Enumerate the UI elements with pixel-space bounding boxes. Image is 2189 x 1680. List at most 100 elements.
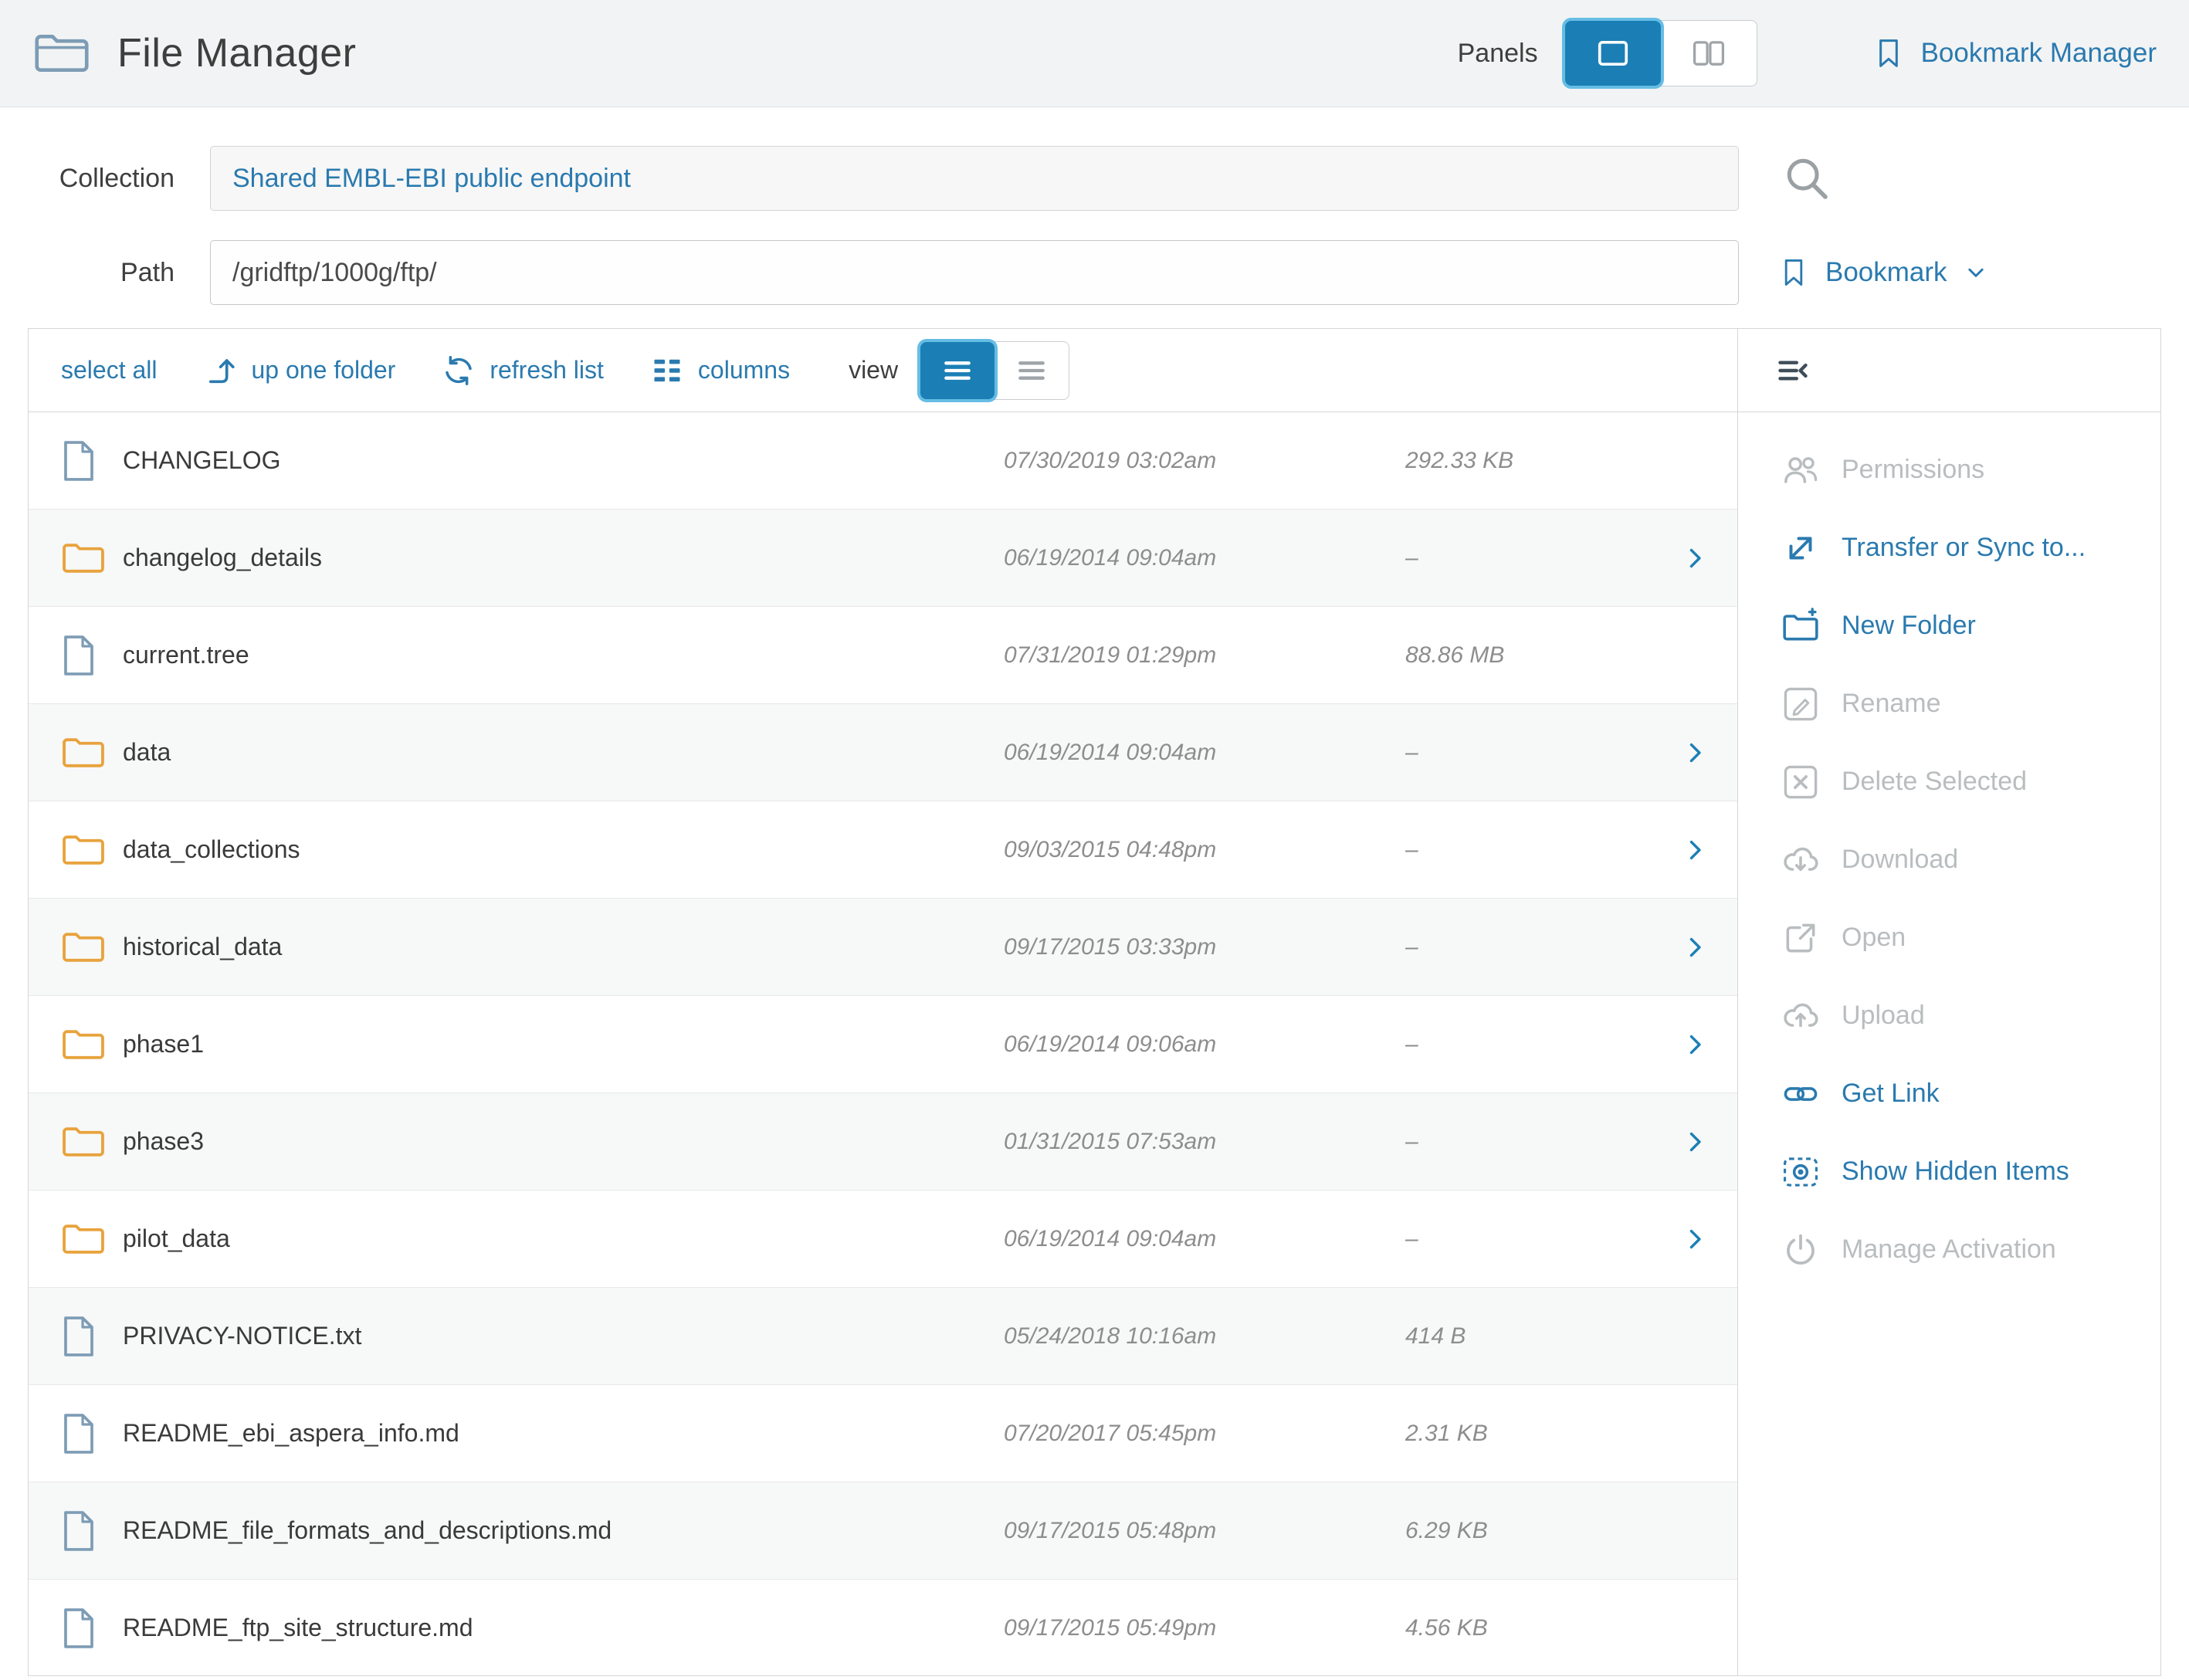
bookmark-button[interactable]: Bookmark [1779,252,1987,293]
people-icon [1781,451,1820,489]
open-folder-chevron[interactable] [1652,1031,1737,1058]
open-folder-chevron[interactable] [1652,837,1737,863]
sidebar-action-transfer-or-sync-to[interactable]: Transfer or Sync to... [1738,509,2160,587]
list-toolbar: select all up one folder refresh list co… [29,329,1737,412]
up-one-folder-button[interactable]: up one folder [204,354,396,388]
up-arrow-icon [204,354,238,388]
file-icon [29,634,109,677]
eye-icon [1781,1153,1820,1191]
action-label: New Folder [1842,611,1976,641]
folder-icon [29,1123,109,1160]
open-folder-chevron[interactable] [1652,1129,1737,1155]
sidebar-action-show-hidden-items[interactable]: Show Hidden Items [1738,1133,2160,1211]
sidebar-action-new-folder[interactable]: New Folder [1738,587,2160,665]
file-row[interactable]: PRIVACY-NOTICE.txt 05/24/2018 10:16am 41… [29,1288,1737,1385]
file-name: README_file_formats_and_descriptions.md [109,1516,1004,1545]
power-icon [1781,1231,1820,1269]
file-size: 88.86 MB [1405,642,1652,669]
action-label: Delete Selected [1842,767,2027,797]
search-icon[interactable] [1782,154,1832,203]
file-name: phase3 [109,1127,1004,1156]
action-label: Upload [1842,1001,1925,1031]
file-modified: 07/30/2019 03:02am [1004,448,1405,474]
collection-input[interactable] [210,146,1739,211]
file-size: – [1405,934,1652,960]
refresh-list-button[interactable]: refresh list [442,354,604,388]
file-row[interactable]: CHANGELOG 07/30/2019 03:02am 292.33 KB [29,412,1737,510]
open-folder-chevron[interactable] [1652,1226,1737,1252]
bookmark-icon [1779,252,1808,293]
file-name: README_ftp_site_structure.md [109,1614,1004,1642]
action-list: Permissions Transfer or Sync to... New F… [1738,412,2160,1289]
list-view-button[interactable] [920,342,995,399]
open-folder-chevron[interactable] [1652,545,1737,571]
action-label: Transfer or Sync to... [1842,533,2086,563]
file-modified: 05/24/2018 10:16am [1004,1323,1405,1350]
columns-label: columns [698,356,790,384]
file-size: 292.33 KB [1405,448,1652,474]
list-view-icon [940,355,974,386]
file-row[interactable]: phase1 06/19/2014 09:06am – [29,996,1737,1093]
file-name: current.tree [109,641,1004,669]
sidebar-action-rename: Rename [1738,665,2160,743]
refresh-icon [442,354,476,388]
file-manager-icon [32,29,91,77]
app-header: File Manager Panels Bookmark Manager [0,0,2189,107]
collection-row: Collection [28,146,1832,211]
file-icon [29,439,109,483]
sidebar-action-upload: Upload [1738,977,2160,1055]
file-name: data [109,738,1004,767]
file-row[interactable]: data 06/19/2014 09:04am – [29,704,1737,801]
sidebar-action-open: Open [1738,899,2160,977]
file-row[interactable]: current.tree 07/31/2019 01:29pm 88.86 MB [29,607,1737,704]
file-browser: select all up one folder refresh list co… [28,328,2161,1676]
path-row: Path Bookmark [28,240,1987,305]
action-label: Download [1842,845,1958,875]
file-modified: 09/17/2015 05:48pm [1004,1518,1405,1544]
chevron-right-icon [1682,740,1708,766]
bookmark-manager-link[interactable]: Bookmark Manager [1873,32,2157,74]
file-row[interactable]: historical_data 09/17/2015 03:33pm – [29,899,1737,996]
file-name: PRIVACY-NOTICE.txt [109,1322,1004,1350]
select-all-button[interactable]: select all [61,356,158,384]
open-folder-chevron[interactable] [1652,934,1737,960]
action-label: Rename [1842,689,1941,719]
new-folder-icon [1781,607,1820,645]
link-icon [1781,1075,1820,1113]
action-label: Open [1842,923,1906,953]
path-input[interactable] [210,240,1739,305]
file-icon [29,1607,109,1650]
sidebar-action-get-link[interactable]: Get Link [1738,1055,2160,1133]
upload-icon [1781,997,1820,1035]
bookmark-manager-label: Bookmark Manager [1921,38,2157,69]
file-row[interactable]: changelog_details 06/19/2014 09:04am – [29,510,1737,607]
file-row[interactable]: data_collections 09/03/2015 04:48pm – [29,801,1737,899]
file-size: – [1405,1129,1652,1155]
file-row[interactable]: README_ebi_aspera_info.md 07/20/2017 05:… [29,1385,1737,1482]
action-label: Get Link [1842,1079,1940,1109]
chevron-right-icon [1682,1031,1708,1058]
folder-icon [29,1221,109,1258]
chevron-right-icon [1682,934,1708,960]
file-row[interactable]: pilot_data 06/19/2014 09:04am – [29,1191,1737,1288]
view-toggle [920,341,1069,400]
chevron-right-icon [1682,1226,1708,1252]
file-row[interactable]: README_file_formats_and_descriptions.md … [29,1482,1737,1580]
folder-icon [29,734,109,771]
open-folder-chevron[interactable] [1652,740,1737,766]
single-panel-button[interactable] [1565,21,1661,86]
transfer-icon [1781,529,1820,567]
compact-view-button[interactable] [995,342,1069,399]
panels-toggle [1564,20,1757,86]
sidebar-action-download: Download [1738,821,2160,899]
dual-panel-button[interactable] [1661,21,1757,86]
file-row[interactable]: phase3 01/31/2015 07:53am – [29,1093,1737,1191]
action-label: Manage Activation [1842,1235,2056,1265]
rename-icon [1781,685,1820,723]
download-icon [1781,841,1820,879]
file-row[interactable]: README_ftp_site_structure.md 09/17/2015 … [29,1580,1737,1675]
collapse-panel-icon[interactable] [1774,354,1812,388]
action-label: Show Hidden Items [1842,1157,2069,1187]
path-label: Path [28,258,175,288]
columns-button[interactable]: columns [650,354,790,388]
